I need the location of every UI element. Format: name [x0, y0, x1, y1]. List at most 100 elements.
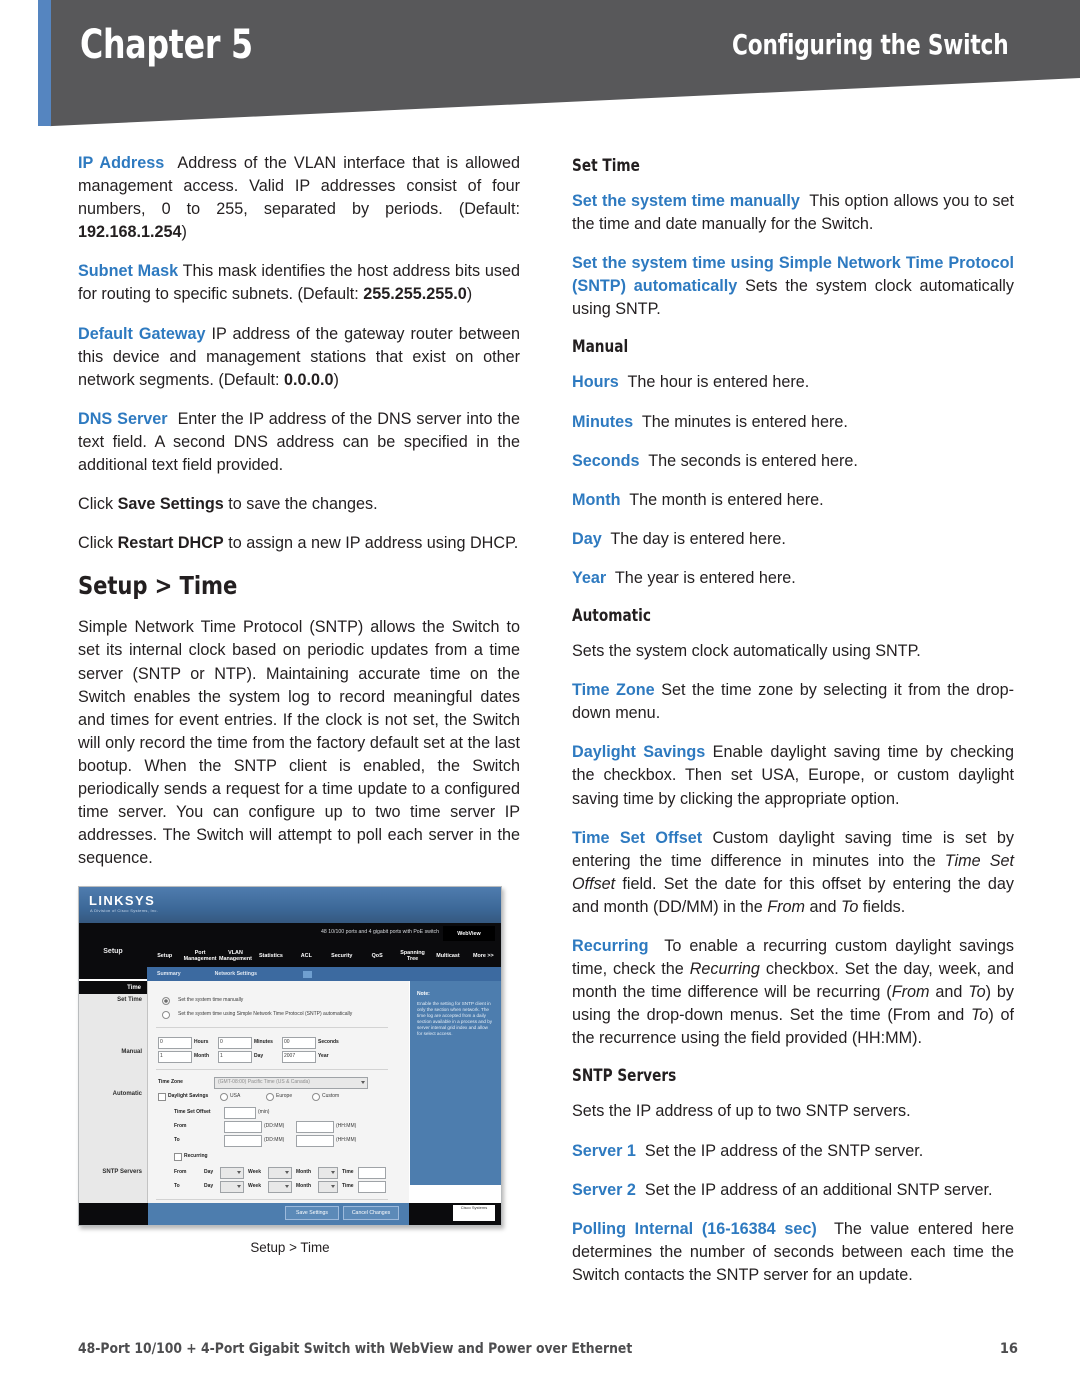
linksys-tagline: A Division of Cisco Systems, Inc. [90, 908, 159, 914]
term-subnet-mask: Subnet Mask [78, 262, 179, 281]
device-ui-recurring-from-week-select[interactable] [268, 1167, 292, 1180]
device-ui-to-date-input[interactable] [224, 1135, 262, 1148]
device-ui-from-time-input[interactable] [296, 1121, 334, 1134]
device-ui-day-input[interactable] [218, 1051, 252, 1064]
paren-close: ) [333, 370, 339, 389]
device-ui-tab[interactable]: VLAN Management [218, 950, 253, 963]
paragraph-hours: Hours The hour is entered here. [572, 371, 1014, 394]
device-ui-minutes-label: Minutes [254, 1039, 273, 1046]
device-ui-month-input[interactable] [158, 1051, 192, 1064]
device-ui-year-value: 2007 [284, 1053, 296, 1060]
device-ui-sidebar: Time Set Time Manual Automatic SNTP Serv… [79, 981, 148, 1204]
paragraph-click-restart: Click Restart DHCP to assign a new IP ad… [78, 532, 520, 555]
paragraph-auto-option: Set the system time using Simple Network… [572, 252, 1014, 321]
device-ui-tab[interactable]: Port Management [182, 950, 217, 963]
device-ui-cancel-changes-button[interactable]: Cancel Changes [343, 1206, 399, 1221]
chapter-header-banner: Chapter 5 Configuring the Switch [0, 0, 1080, 130]
footer-product-name: 48-Port 10/100 + 4-Port Gigabit Switch w… [78, 1341, 633, 1357]
device-ui-recurring-to-day-select[interactable] [220, 1181, 244, 1194]
click-tail: to save the changes. [223, 495, 378, 514]
device-ui-recurring-checkbox[interactable] [174, 1153, 182, 1162]
device-ui-subtab-bar[interactable]: Summary Network Settings [147, 967, 501, 982]
paragraph-year: Year The year is entered here. [572, 567, 1014, 590]
term-day: Day [572, 529, 602, 548]
click-lead: Click [78, 534, 118, 553]
paragraph-automatic-intro: Sets the system clock automatically usin… [572, 642, 921, 661]
device-ui-hours-value: 0 [160, 1039, 163, 1046]
italic-recurring: Recurring [689, 960, 760, 979]
term-hours: Hours [572, 373, 619, 392]
device-ui-section-label: Setup [79, 923, 147, 980]
device-ui-daylight-custom-radio[interactable] [312, 1093, 320, 1102]
paragraph-polling-interval: Polling Internal (16-16384 sec) The valu… [572, 1218, 1014, 1287]
device-ui-daylight-usa-radio[interactable] [220, 1093, 228, 1102]
device-ui-footer-actions: Save Settings Cancel Changes [148, 1203, 409, 1226]
device-ui-recurring-from-time-input[interactable] [358, 1167, 386, 1180]
device-ui-divider [156, 1199, 388, 1201]
device-ui-sidebar-item-set-time[interactable]: Set Time [117, 997, 142, 1003]
paragraph-seconds: Seconds The seconds is entered here. [572, 450, 1014, 473]
device-ui-sidebar-item-sntp-servers[interactable]: SNTP Servers [102, 1169, 142, 1175]
device-ui-hours-input[interactable] [158, 1037, 192, 1050]
paragraph-daylight-savings: Daylight Savings Enable daylight saving … [572, 741, 1014, 810]
device-ui-daylight-europe-radio[interactable] [266, 1093, 274, 1102]
device-ui-minutes-input[interactable] [218, 1037, 252, 1050]
device-ui-recurring-to-label: To [174, 1183, 180, 1190]
device-ui-daylight-label: Daylight Savings [168, 1093, 209, 1100]
device-ui-recurring-day-label: Day [204, 1169, 214, 1176]
device-ui-sidebar-item-manual[interactable]: Manual [121, 1049, 142, 1055]
term-server-2: Server 2 [572, 1180, 636, 1199]
paragraph-day: Day The day is entered here. [572, 528, 1014, 551]
device-ui-tab[interactable]: ACL [289, 953, 324, 960]
device-ui-recurring-to-week-select[interactable] [268, 1181, 292, 1194]
device-ui-sidebar-item-automatic[interactable]: Automatic [113, 1091, 142, 1097]
subheading-set-time: Set Time [572, 156, 640, 175]
device-ui-tab-bar[interactable]: Setup Port Management VLAN Management St… [147, 945, 501, 967]
device-ui-save-settings-button[interactable]: Save Settings [285, 1206, 339, 1221]
device-ui-radio-auto-label: Set the system time using Simple Network… [178, 1011, 353, 1018]
device-ui-seconds-label: Seconds [318, 1039, 339, 1046]
term-month: Month [572, 490, 621, 509]
section-heading-setup-time: Setup > Time [78, 571, 238, 601]
device-ui-server2-input[interactable] [248, 1225, 314, 1226]
device-ui-tab[interactable]: Security [324, 953, 359, 960]
device-ui-tab[interactable]: Statistics [253, 953, 288, 960]
device-ui-day-label: Day [254, 1053, 264, 1060]
device-ui-tab[interactable]: Setup [147, 953, 182, 960]
device-ui-minutes-value: 0 [220, 1039, 223, 1046]
paragraph-subnet-mask: Subnet Mask This mask identifies the hos… [78, 260, 520, 306]
device-ui-month-value: 1 [160, 1053, 163, 1060]
device-ui-tab[interactable]: More >> [466, 953, 501, 960]
device-ui-tab[interactable]: Multicast [430, 953, 465, 960]
device-ui-recurring-month-label: Month [296, 1169, 311, 1176]
device-ui-tab[interactable]: Spanning Tree [395, 950, 430, 963]
device-ui-recurring-week-label: Week [248, 1183, 261, 1190]
device-ui-from-date-input[interactable] [224, 1121, 262, 1134]
subheading-sntp-servers: SNTP Servers [572, 1066, 677, 1086]
device-ui-subtab[interactable]: Network Settings [215, 971, 257, 977]
device-ui-recurring-to-time-input[interactable] [358, 1181, 386, 1194]
device-ui-to-ddmm-unit: (DD:MM) [264, 1137, 285, 1144]
paragraph-body: fields. [858, 897, 906, 916]
italic-to: To [841, 897, 859, 916]
figure-setup-time: LINKSYS A Division of Cisco Systems, Inc… [78, 886, 520, 1255]
device-ui-daylight-checkbox[interactable] [158, 1093, 166, 1102]
paragraph-recurring: Recurring To enable a recurring custom d… [572, 935, 1014, 1050]
device-ui-recurring-from-day-select[interactable] [220, 1167, 244, 1180]
default-value-ip: 192.168.1.254 [78, 223, 182, 242]
chapter-subject: Configuring the Switch [731, 28, 1009, 61]
device-ui-recurring-from-month-select[interactable] [318, 1167, 338, 1180]
device-ui-from-label: From [174, 1123, 187, 1130]
device-ui-recurring-to-month-select[interactable] [318, 1181, 338, 1194]
device-ui-seconds-value: 00 [284, 1039, 290, 1046]
device-ui-to-time-input[interactable] [296, 1135, 334, 1148]
paragraph-server-1: Server 1 Set the IP address of the SNTP … [572, 1140, 1014, 1163]
device-ui-tab[interactable]: QoS [359, 953, 394, 960]
paragraph-body: The seconds is entered here. [648, 451, 858, 470]
device-ui-offset-input[interactable] [224, 1107, 256, 1120]
device-ui-from-hhmm-unit: (HH:MM) [336, 1123, 357, 1130]
device-ui-radio-auto[interactable] [162, 1011, 170, 1020]
device-ui-subtab[interactable]: Summary [157, 971, 181, 977]
device-ui-radio-manual[interactable] [162, 997, 170, 1006]
paragraph-body: The month is entered here. [629, 490, 824, 509]
